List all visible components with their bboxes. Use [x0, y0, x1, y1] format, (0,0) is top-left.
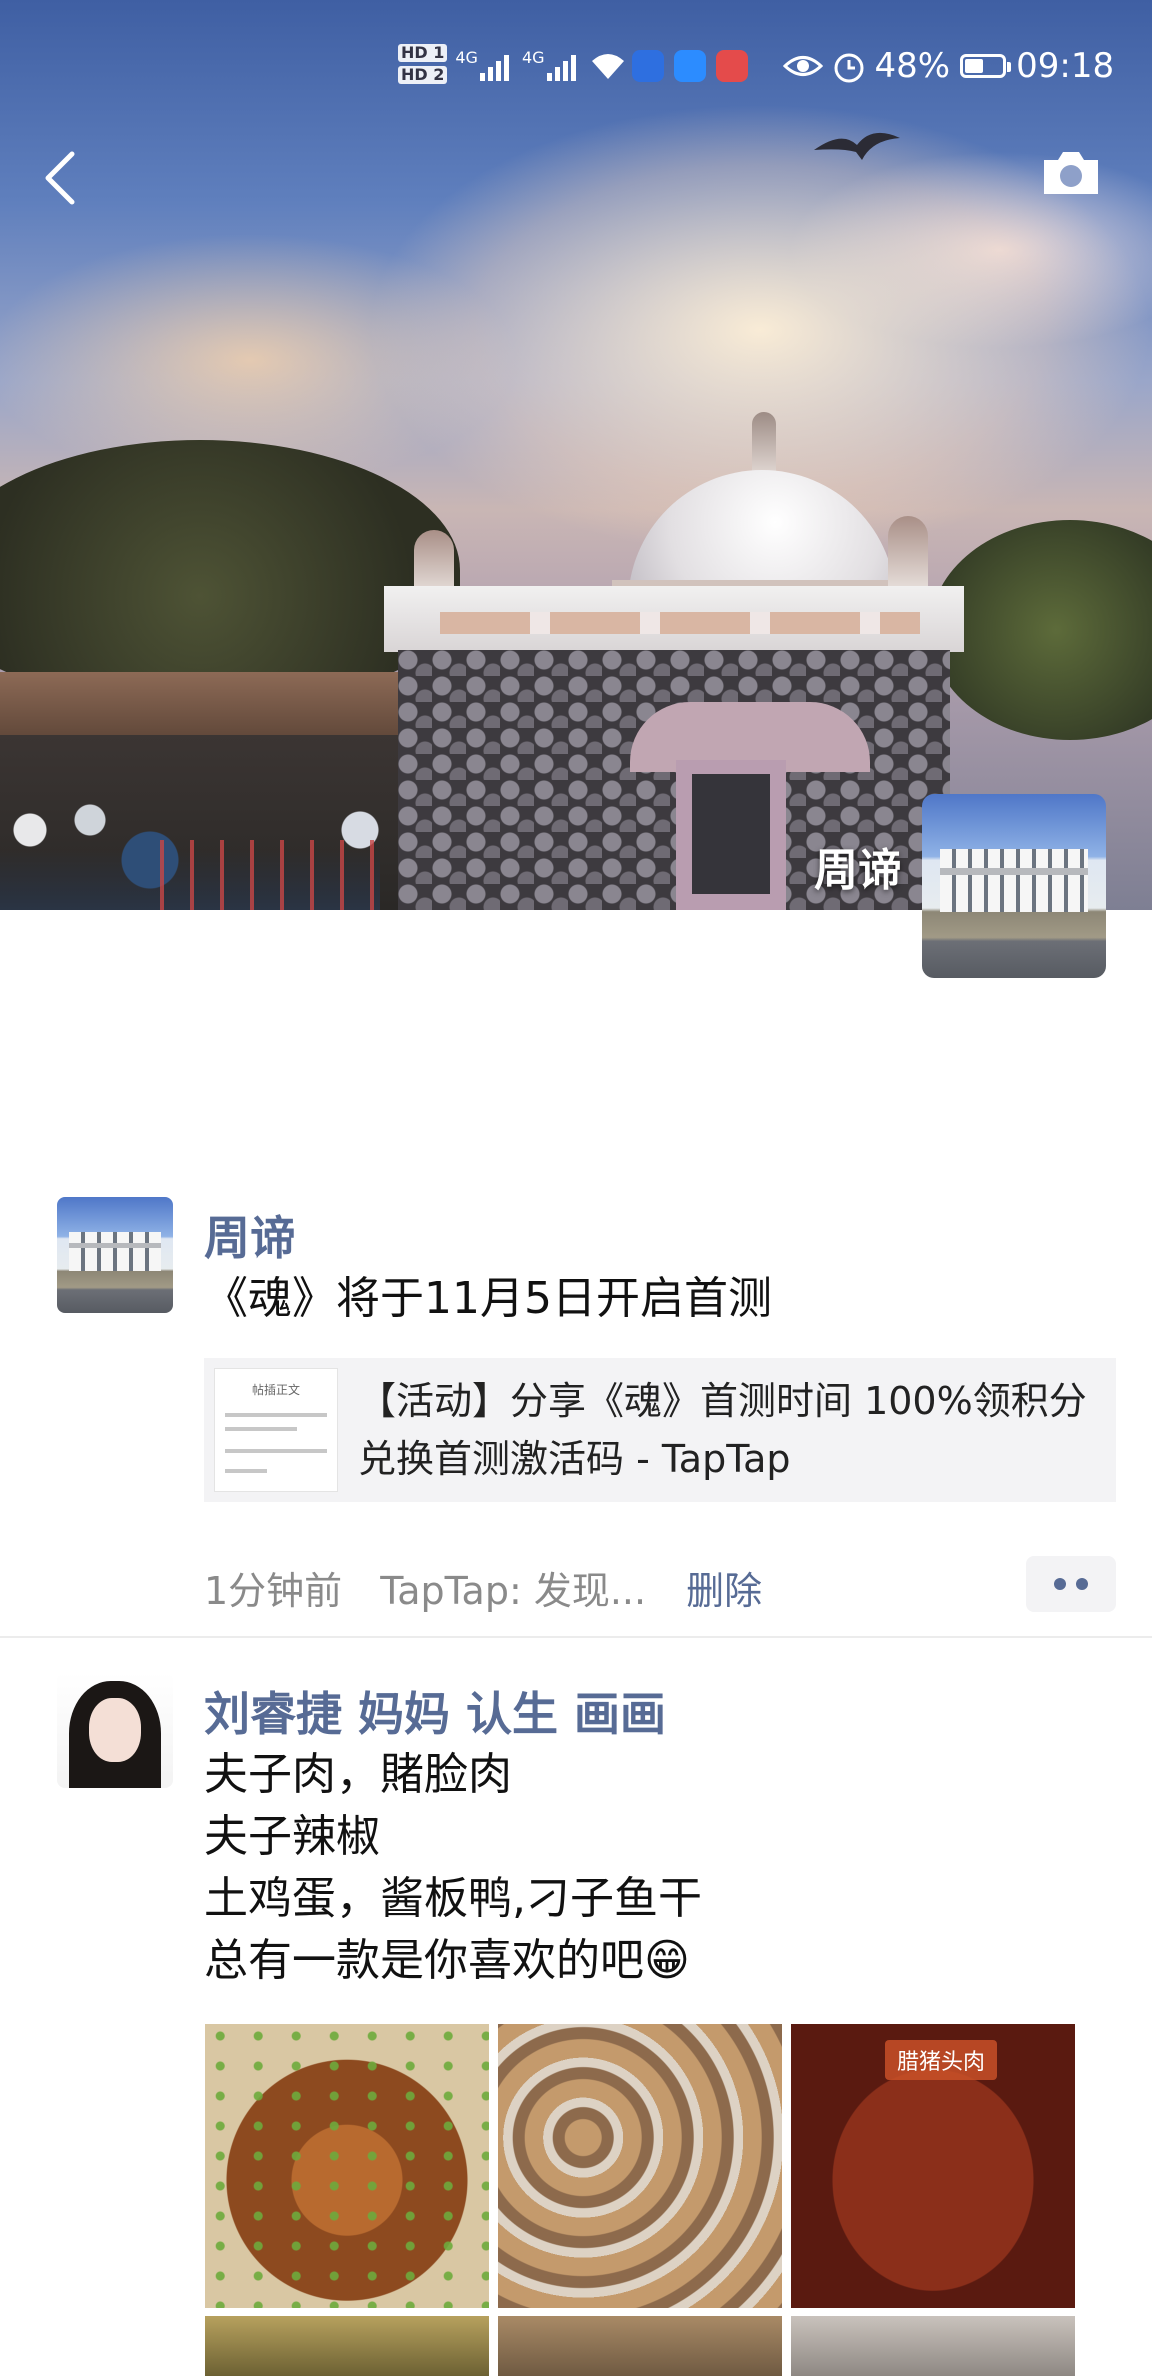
more-button[interactable]: [1026, 1556, 1116, 1612]
bird-silhouette: [814, 132, 900, 160]
owner-avatar[interactable]: [922, 794, 1106, 978]
image-tag: 腊猪头肉: [885, 2040, 998, 2080]
cover-image[interactable]: [0, 0, 1152, 910]
delete-button[interactable]: 删除: [686, 1569, 762, 1613]
signal-icon: [479, 51, 512, 81]
post-author[interactable]: 刘睿捷 妈妈 认生 画画: [204, 1678, 666, 1744]
weather-icon: [673, 50, 706, 82]
temple-band: [440, 612, 920, 634]
post-author[interactable]: 周谛: [204, 1202, 296, 1268]
post-text-line: 总有一款是你喜欢的吧😁: [204, 1935, 690, 1986]
chevron-left-icon[interactable]: [40, 150, 80, 206]
eye-icon: [782, 56, 823, 76]
wifi-icon: [591, 54, 624, 79]
clock: 09:18: [1016, 46, 1115, 86]
post-avatar[interactable]: [57, 1672, 173, 1788]
link-thumb-title: 帖插正文: [251, 1383, 300, 1397]
sim2-label: HD 2: [398, 66, 448, 84]
temple-door: [676, 760, 786, 910]
owner-name[interactable]: 周谛: [814, 834, 902, 898]
battery-percent: 48%: [874, 46, 951, 86]
sim1-label: HD 1: [398, 44, 448, 62]
network-label-2: 4G: [521, 48, 545, 67]
post-image[interactable]: [205, 2024, 489, 2308]
network-label-1: 4G: [455, 48, 478, 67]
post-text-line: 夫子辣椒: [204, 1811, 380, 1862]
book-icon: [715, 50, 748, 82]
battery-icon: [960, 54, 1012, 78]
post-image[interactable]: [498, 2316, 782, 2376]
post-image[interactable]: [498, 2024, 782, 2308]
post-divider: [0, 1636, 1152, 1638]
post-image[interactable]: [205, 2316, 489, 2376]
post-image[interactable]: 腊猪头肉: [791, 2024, 1075, 2308]
sim-labels: HD 1 HD 2: [398, 44, 448, 88]
status-bar: HD 1 HD 2 4G 4G 48% 09:18: [398, 44, 1114, 88]
temple-turret-right: [888, 516, 928, 590]
shelter-roof: [0, 672, 425, 742]
post-time: 1分钟前: [204, 1569, 343, 1613]
post-avatar[interactable]: [57, 1197, 173, 1313]
temple-turret-left: [414, 530, 454, 594]
post-text: 《魂》将于11月5日开启首测: [204, 1273, 772, 1324]
post-source[interactable]: TapTap: 发现...: [380, 1569, 646, 1613]
app-icon: [631, 50, 664, 82]
post-meta: 1分钟前 TapTap: 发现... 删除: [204, 1560, 762, 1615]
post-image[interactable]: [791, 2316, 1075, 2376]
signal-icon-2: [546, 51, 579, 81]
link-title: 【活动】分享《魂》首测时间 100%领积分兑换首测激活码 - TapTap: [358, 1379, 1087, 1481]
link-card[interactable]: 帖插正文 【活动】分享《魂》首测时间 100%领积分兑换首测激活码 - TapT…: [204, 1358, 1116, 1502]
post-text-line: 土鸡蛋，酱板鸭,刁子鱼干: [204, 1873, 702, 1924]
camera-icon[interactable]: [1040, 148, 1102, 198]
alarm-icon: [834, 53, 864, 83]
link-thumbnail: 帖插正文: [214, 1368, 338, 1492]
post-text-line: 夫子肉，賭脸肉: [204, 1749, 512, 1800]
